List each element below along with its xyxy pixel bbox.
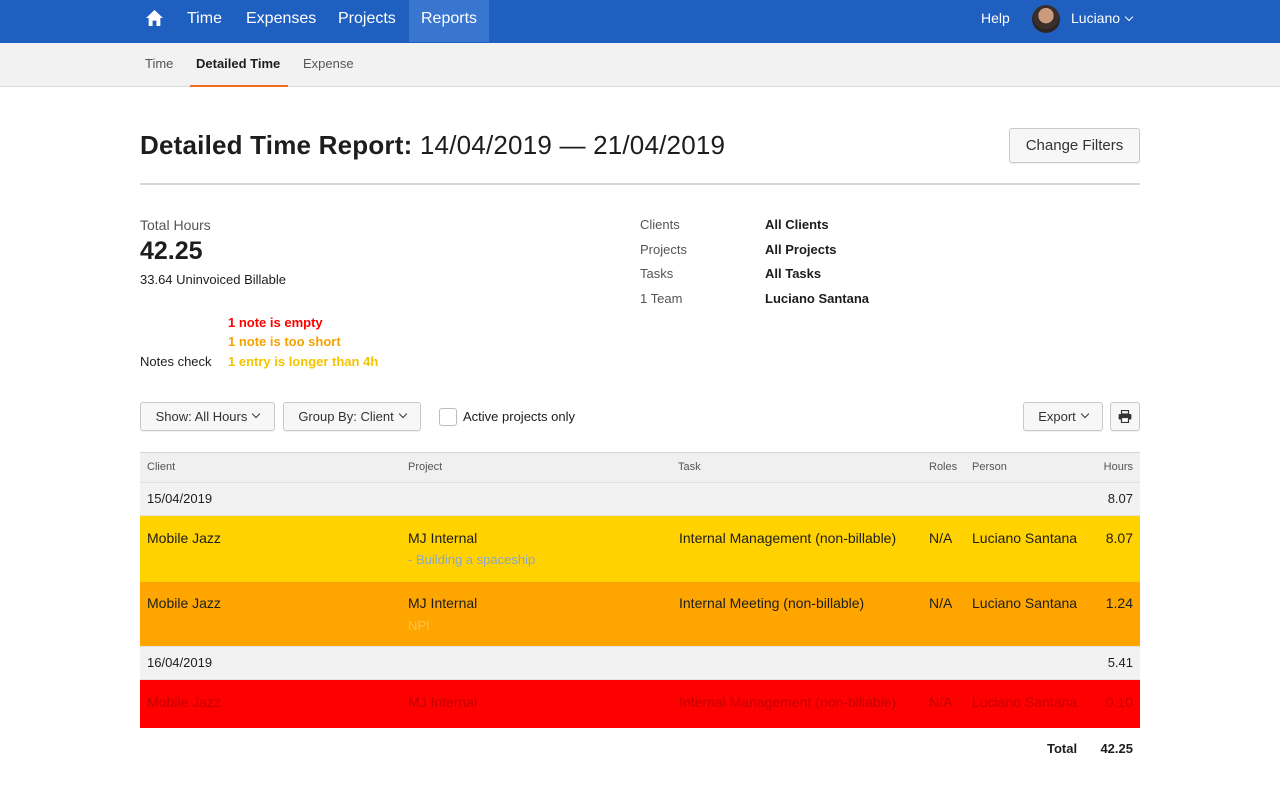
group-hours: 8.07 bbox=[1107, 491, 1133, 506]
home-button[interactable] bbox=[138, 0, 170, 36]
row-task: Internal Management (non-billable) bbox=[679, 694, 897, 710]
group-by-dropdown[interactable]: Group By: Client bbox=[283, 402, 421, 431]
row-project: MJ Internal bbox=[408, 530, 478, 546]
note-empty-warning: 1 note is empty bbox=[228, 315, 323, 330]
group-hours: 5.41 bbox=[1107, 655, 1133, 670]
tab-detailed-time[interactable]: Detailed Time bbox=[190, 43, 288, 87]
row-note: - Building a spaceship bbox=[408, 552, 536, 567]
sub-nav: Time Detailed Time Expense bbox=[0, 43, 1280, 87]
change-filters-button[interactable]: Change Filters bbox=[1009, 128, 1140, 163]
total-label: Total bbox=[1047, 741, 1078, 756]
col-project[interactable]: Project bbox=[408, 453, 442, 482]
filter-value-clients: All Clients bbox=[765, 217, 829, 232]
filter-value-projects: All Projects bbox=[765, 242, 837, 257]
date-group-row: 16/04/2019 5.41 bbox=[140, 646, 1140, 680]
chevron-down-icon bbox=[398, 409, 407, 418]
row-client: Mobile Jazz bbox=[147, 530, 221, 546]
total-hours-value: 42.25 bbox=[140, 237, 203, 265]
user-menu[interactable]: Luciano bbox=[1071, 0, 1134, 36]
date-group-row: 15/04/2019 8.07 bbox=[140, 482, 1140, 516]
top-nav: Time Expenses Projects Reports Help Luci… bbox=[0, 0, 1280, 43]
show-hours-dropdown[interactable]: Show: All Hours bbox=[140, 402, 275, 431]
row-person: Luciano Santana bbox=[972, 694, 1078, 710]
col-client[interactable]: Client bbox=[147, 453, 175, 482]
filter-label-clients: Clients bbox=[640, 217, 680, 232]
row-roles: N/A bbox=[929, 694, 953, 710]
table-row[interactable]: Mobile Jazz MJ Internal Internal Managem… bbox=[140, 680, 1140, 728]
filter-value-team: Luciano Santana bbox=[765, 291, 870, 306]
nav-reports[interactable]: Reports bbox=[409, 0, 489, 42]
row-task: Internal Meeting (non-billable) bbox=[679, 595, 865, 611]
filter-label-tasks: Tasks bbox=[640, 266, 674, 281]
group-date: 15/04/2019 bbox=[147, 491, 213, 506]
total-value: 42.25 bbox=[1100, 741, 1133, 756]
tab-time[interactable]: Time bbox=[145, 43, 173, 87]
row-hours: 8.07 bbox=[1105, 530, 1133, 546]
table-header: Client Project Task Roles Person Hours bbox=[140, 452, 1140, 482]
active-projects-checkbox[interactable] bbox=[439, 408, 457, 426]
chevron-down-icon bbox=[252, 409, 261, 418]
uninvoiced-billable: 33.64 Uninvoiced Billable bbox=[140, 272, 286, 287]
row-roles: N/A bbox=[929, 530, 953, 546]
row-roles: N/A bbox=[929, 595, 953, 611]
row-client: Mobile Jazz bbox=[147, 595, 221, 611]
tab-expense[interactable]: Expense bbox=[303, 43, 354, 87]
row-client: Mobile Jazz bbox=[147, 694, 221, 710]
export-dropdown[interactable]: Export bbox=[1023, 402, 1103, 431]
filter-label-projects: Projects bbox=[640, 242, 687, 257]
group-by-label: Group By: Client bbox=[298, 409, 394, 424]
col-person[interactable]: Person bbox=[972, 453, 1007, 482]
active-projects-label[interactable]: Active projects only bbox=[463, 409, 575, 424]
row-note: NPI bbox=[408, 618, 430, 633]
row-hours: 1.24 bbox=[1105, 595, 1133, 611]
col-hours[interactable]: Hours bbox=[1104, 453, 1133, 482]
chevron-down-icon bbox=[1124, 12, 1134, 22]
date-range: 14/04/2019 — 21/04/2019 bbox=[419, 130, 726, 160]
nav-time[interactable]: Time bbox=[175, 0, 234, 43]
show-hours-label: Show: All Hours bbox=[155, 409, 248, 424]
print-icon bbox=[1118, 410, 1132, 423]
nav-projects[interactable]: Projects bbox=[326, 0, 408, 43]
row-project: MJ Internal bbox=[408, 595, 478, 611]
page-title-label: Detailed Time Report: bbox=[140, 130, 413, 160]
nav-expenses[interactable]: Expenses bbox=[234, 0, 328, 43]
row-project: MJ Internal bbox=[408, 694, 478, 710]
total-hours-label: Total Hours bbox=[140, 217, 211, 233]
home-icon bbox=[145, 10, 163, 26]
table-row[interactable]: Mobile Jazz MJ Internal - Building a spa… bbox=[140, 516, 1140, 582]
export-label: Export bbox=[1038, 409, 1076, 424]
note-short-warning: 1 note is too short bbox=[228, 334, 341, 349]
entry-long-warning: 1 entry is longer than 4h bbox=[228, 354, 379, 369]
filter-value-tasks: All Tasks bbox=[765, 266, 822, 281]
print-button[interactable] bbox=[1110, 402, 1140, 431]
page-title: Detailed Time Report: 14/04/2019 — 21/04… bbox=[140, 130, 725, 161]
col-roles[interactable]: Roles bbox=[929, 453, 957, 482]
group-date: 16/04/2019 bbox=[147, 655, 213, 670]
notes-check-label: Notes check bbox=[140, 354, 212, 369]
filter-label-team: 1 Team bbox=[640, 291, 683, 306]
chevron-down-icon bbox=[1080, 409, 1090, 418]
help-link[interactable]: Help bbox=[981, 0, 1010, 36]
row-hours: 0.10 bbox=[1105, 694, 1133, 710]
avatar[interactable] bbox=[1032, 5, 1060, 33]
row-person: Luciano Santana bbox=[972, 530, 1078, 546]
user-name: Luciano bbox=[1071, 10, 1121, 26]
col-task[interactable]: Task bbox=[678, 453, 701, 482]
table-row[interactable]: Mobile Jazz MJ Internal NPI Internal Mee… bbox=[140, 582, 1140, 646]
divider bbox=[140, 183, 1140, 185]
row-person: Luciano Santana bbox=[972, 595, 1078, 611]
row-task: Internal Management (non-billable) bbox=[679, 530, 897, 546]
